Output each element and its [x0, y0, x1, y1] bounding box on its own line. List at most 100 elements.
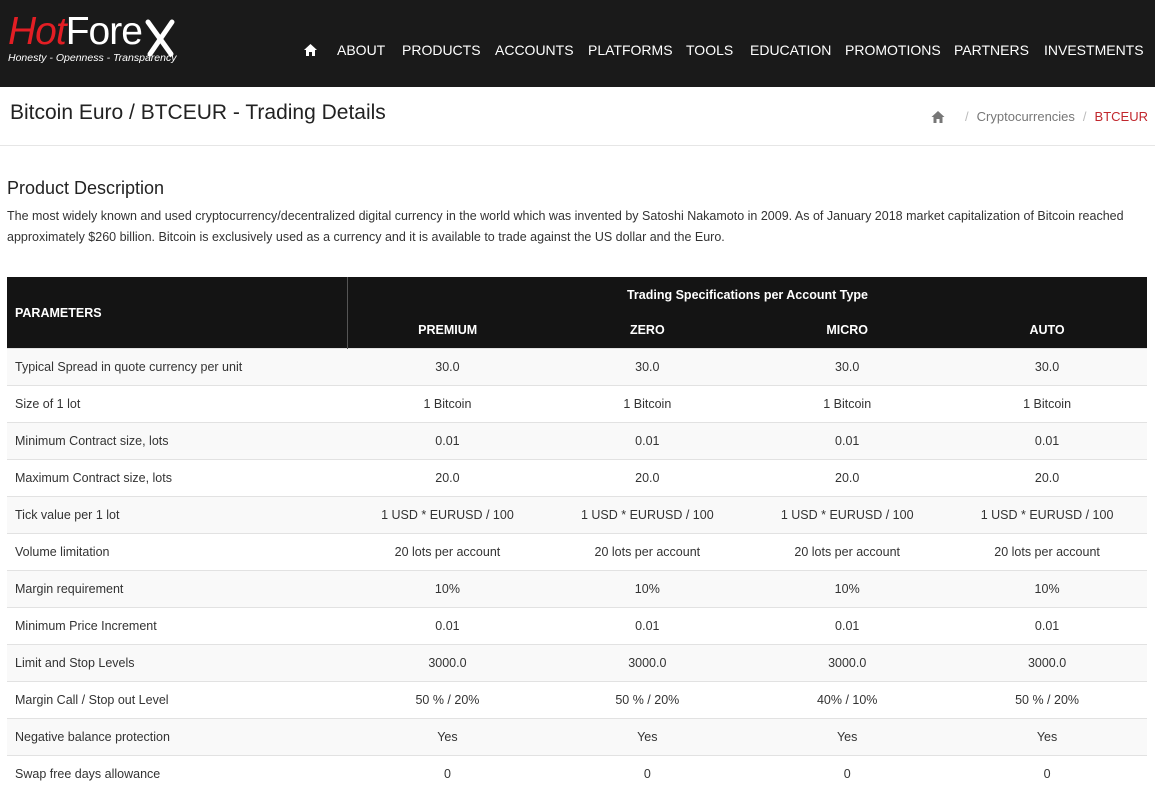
table-cell: 50 % / 20% — [547, 682, 747, 719]
table-cell: Yes — [747, 719, 947, 756]
table-cell: Yes — [547, 719, 747, 756]
breadcrumb-separator: / — [965, 109, 969, 124]
table-row: Size of 1 lot 1 Bitcoin 1 Bitcoin 1 Bitc… — [7, 386, 1147, 423]
table-row: Minimum Price Increment 0.01 0.01 0.01 0… — [7, 608, 1147, 645]
param-label: Tick value per 1 lot — [7, 497, 348, 534]
table-cell: 1 Bitcoin — [547, 386, 747, 423]
table-row: Volume limitation 20 lots per account 20… — [7, 534, 1147, 571]
nav-promotions[interactable]: PROMOTIONS — [845, 42, 941, 58]
table-cell: 0.01 — [747, 423, 947, 460]
param-label: Typical Spread in quote currency per uni… — [7, 349, 348, 386]
table-cell: 3000.0 — [348, 645, 548, 682]
table-cell: Yes — [947, 719, 1147, 756]
table-cell: 0.01 — [947, 608, 1147, 645]
nav-investments[interactable]: INVESTMENTS — [1044, 42, 1144, 58]
nav-tools[interactable]: TOOLS — [686, 42, 733, 58]
table-row: Negative balance protection Yes Yes Yes … — [7, 719, 1147, 756]
breadcrumb-cryptocurrencies[interactable]: Cryptocurrencies — [977, 109, 1075, 124]
table-cell: 3000.0 — [947, 645, 1147, 682]
hotforex-logo[interactable]: HotFore Honesty - Openness - Transparenc… — [8, 12, 183, 67]
nav-accounts[interactable]: ACCOUNTS — [495, 42, 574, 58]
param-label: Volume limitation — [7, 534, 348, 571]
table-cell: 10% — [348, 571, 548, 608]
table-cell: 20.0 — [947, 460, 1147, 497]
breadcrumb-current: BTCEUR — [1095, 109, 1148, 124]
table-cell: 0.01 — [747, 608, 947, 645]
table-cell: 1 USD * EURUSD / 100 — [547, 497, 747, 534]
table-cell: 20.0 — [547, 460, 747, 497]
table-cell: 3000.0 — [547, 645, 747, 682]
table-cell: 50 % / 20% — [348, 682, 548, 719]
table-cell: 30.0 — [348, 349, 548, 386]
breadcrumb: / Cryptocurrencies / BTCEUR — [931, 109, 1148, 124]
table-cell: 20.0 — [348, 460, 548, 497]
table-cell: 0.01 — [348, 608, 548, 645]
table-row: Margin Call / Stop out Level 50 % / 20% … — [7, 682, 1147, 719]
product-description-text: The most widely known and used cryptocur… — [7, 206, 1147, 247]
table-cell: 30.0 — [947, 349, 1147, 386]
breadcrumb-home-icon[interactable] — [931, 111, 945, 123]
table-cell: 0 — [747, 756, 947, 792]
nav-education[interactable]: EDUCATION — [750, 42, 831, 58]
param-label: Minimum Price Increment — [7, 608, 348, 645]
home-icon[interactable] — [304, 44, 317, 56]
column-header-micro: MICRO — [747, 312, 947, 349]
table-row: Tick value per 1 lot 1 USD * EURUSD / 10… — [7, 497, 1147, 534]
table-cell: 0 — [348, 756, 548, 792]
table-cell: 50 % / 20% — [947, 682, 1147, 719]
nav-products[interactable]: PRODUCTS — [402, 42, 481, 58]
param-label: Limit and Stop Levels — [7, 645, 348, 682]
logo-wordmark: HotFore — [8, 12, 142, 52]
table-cell: 1 Bitcoin — [747, 386, 947, 423]
table-cell: 30.0 — [547, 349, 747, 386]
column-header-auto: AUTO — [947, 312, 1147, 349]
table-row: Margin requirement 10% 10% 10% 10% — [7, 571, 1147, 608]
param-label: Minimum Contract size, lots — [7, 423, 348, 460]
table-cell: 0 — [947, 756, 1147, 792]
column-header-zero: ZERO — [547, 312, 747, 349]
table-cell: 20 lots per account — [947, 534, 1147, 571]
table-row: Minimum Contract size, lots 0.01 0.01 0.… — [7, 423, 1147, 460]
table-cell: 10% — [547, 571, 747, 608]
page-title: Bitcoin Euro / BTCEUR - Trading Details — [10, 101, 386, 125]
table-row: Swap free days allowance 0 0 0 0 — [7, 756, 1147, 792]
table-row: Typical Spread in quote currency per uni… — [7, 349, 1147, 386]
table-cell: 20 lots per account — [747, 534, 947, 571]
table-cell: 20 lots per account — [547, 534, 747, 571]
site-header: HotFore Honesty - Openness - Transparenc… — [0, 0, 1155, 87]
table-cell: 20 lots per account — [348, 534, 548, 571]
account-type-group-header: Trading Specifications per Account Type — [348, 277, 1148, 312]
table-cell: 0.01 — [547, 423, 747, 460]
param-label: Margin requirement — [7, 571, 348, 608]
param-label: Negative balance protection — [7, 719, 348, 756]
param-label: Margin Call / Stop out Level — [7, 682, 348, 719]
parameters-header: PARAMETERS — [7, 277, 348, 349]
table-cell: 40% / 10% — [747, 682, 947, 719]
logo-hot-text: Hot — [8, 10, 66, 53]
table-cell: 1 USD * EURUSD / 100 — [348, 497, 548, 534]
param-label: Size of 1 lot — [7, 386, 348, 423]
product-description-heading: Product Description — [7, 178, 164, 199]
table-row: Maximum Contract size, lots 20.0 20.0 20… — [7, 460, 1147, 497]
table-cell: 30.0 — [747, 349, 947, 386]
param-label: Swap free days allowance — [7, 756, 348, 792]
table-cell: 1 Bitcoin — [348, 386, 548, 423]
logo-forex-text: Fore — [66, 10, 142, 53]
table-cell: 0 — [547, 756, 747, 792]
table-row: Limit and Stop Levels 3000.0 3000.0 3000… — [7, 645, 1147, 682]
table-cell: 3000.0 — [747, 645, 947, 682]
logo-tagline: Honesty - Openness - Transparency — [8, 52, 176, 64]
table-cell: 10% — [747, 571, 947, 608]
trading-specs-table: PARAMETERS Trading Specifications per Ac… — [7, 277, 1147, 792]
table-cell: Yes — [348, 719, 548, 756]
table-cell: 0.01 — [348, 423, 548, 460]
column-header-premium: PREMIUM — [348, 312, 548, 349]
table-cell: 10% — [947, 571, 1147, 608]
table-cell: 1 Bitcoin — [947, 386, 1147, 423]
breadcrumb-separator: / — [1083, 109, 1087, 124]
nav-partners[interactable]: PARTNERS — [954, 42, 1029, 58]
table-cell: 0.01 — [547, 608, 747, 645]
param-label: Maximum Contract size, lots — [7, 460, 348, 497]
nav-about[interactable]: ABOUT — [337, 42, 385, 58]
nav-platforms[interactable]: PLATFORMS — [588, 42, 673, 58]
